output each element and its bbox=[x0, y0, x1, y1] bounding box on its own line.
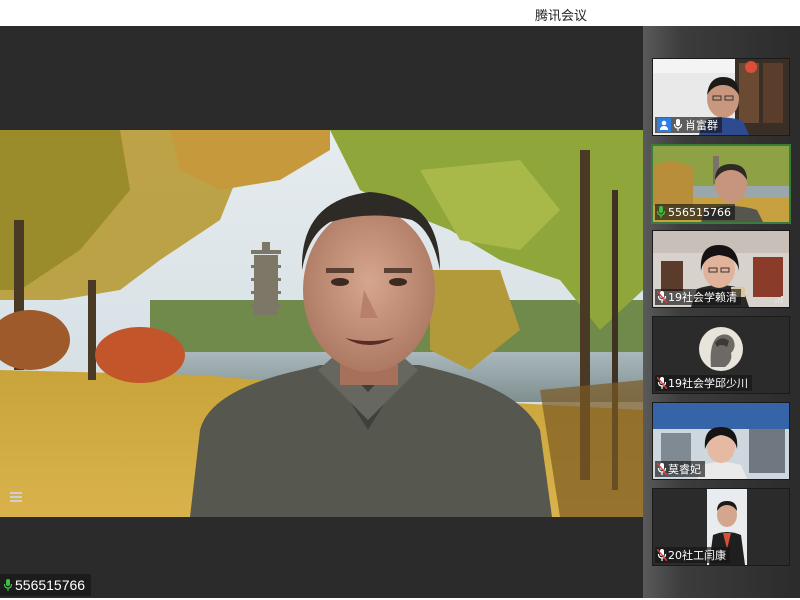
participant-name: 19社会学赖清 bbox=[668, 291, 737, 304]
mic-muted-icon bbox=[657, 291, 667, 303]
participant-namebar: 莫睿妃 bbox=[655, 461, 705, 477]
participant-name: 20社工闫康 bbox=[668, 549, 726, 562]
participant-tile[interactable]: 肖富群 bbox=[652, 58, 790, 136]
participant-tile[interactable]: 19社会学赖清 bbox=[652, 230, 790, 308]
window-title: 腾讯会议 bbox=[534, 9, 587, 24]
user-icon bbox=[657, 118, 671, 132]
participant-name: 19社会学邱少川 bbox=[668, 377, 748, 390]
participant-name: 莫睿妃 bbox=[668, 463, 701, 476]
participant-tile[interactable]: 19社会学邱少川 bbox=[652, 316, 790, 394]
mic-muted-icon bbox=[657, 463, 667, 475]
participant-sidebar[interactable]: 肖富群 556515766 19社会学赖清 19社会学邱少川 莫睿妃 20社工闫… bbox=[643, 26, 800, 598]
speaker-video-image bbox=[0, 130, 643, 517]
participant-namebar: 20社工闫康 bbox=[655, 547, 730, 563]
mic-icon bbox=[4, 579, 12, 591]
participant-name: 肖富群 bbox=[685, 119, 718, 132]
main-video-feed[interactable] bbox=[0, 130, 643, 517]
participant-namebar: 556515766 bbox=[655, 204, 735, 220]
participant-namebar: 19社会学邱少川 bbox=[655, 375, 752, 391]
signal-icon bbox=[775, 296, 783, 303]
participant-tile-active[interactable]: 556515766 bbox=[651, 144, 791, 224]
participant-tile[interactable]: 莫睿妃 bbox=[652, 402, 790, 480]
mic-icon bbox=[674, 119, 682, 131]
main-speaker-badge: 556515766 bbox=[0, 574, 92, 596]
participant-namebar: 肖富群 bbox=[655, 117, 722, 133]
participant-tile[interactable]: 20社工闫康 bbox=[652, 488, 790, 566]
main-video-area[interactable] bbox=[0, 26, 643, 598]
mic-muted-icon bbox=[657, 377, 667, 389]
title-bar: 腾讯会议 bbox=[0, 0, 800, 26]
menu-icon[interactable] bbox=[10, 492, 22, 502]
main-speaker-name: 556515766 bbox=[15, 577, 86, 593]
mic-muted-icon bbox=[657, 549, 667, 561]
mic-icon bbox=[657, 206, 665, 218]
participant-namebar: 19社会学赖清 bbox=[655, 289, 741, 305]
participant-name: 556515766 bbox=[668, 205, 731, 219]
